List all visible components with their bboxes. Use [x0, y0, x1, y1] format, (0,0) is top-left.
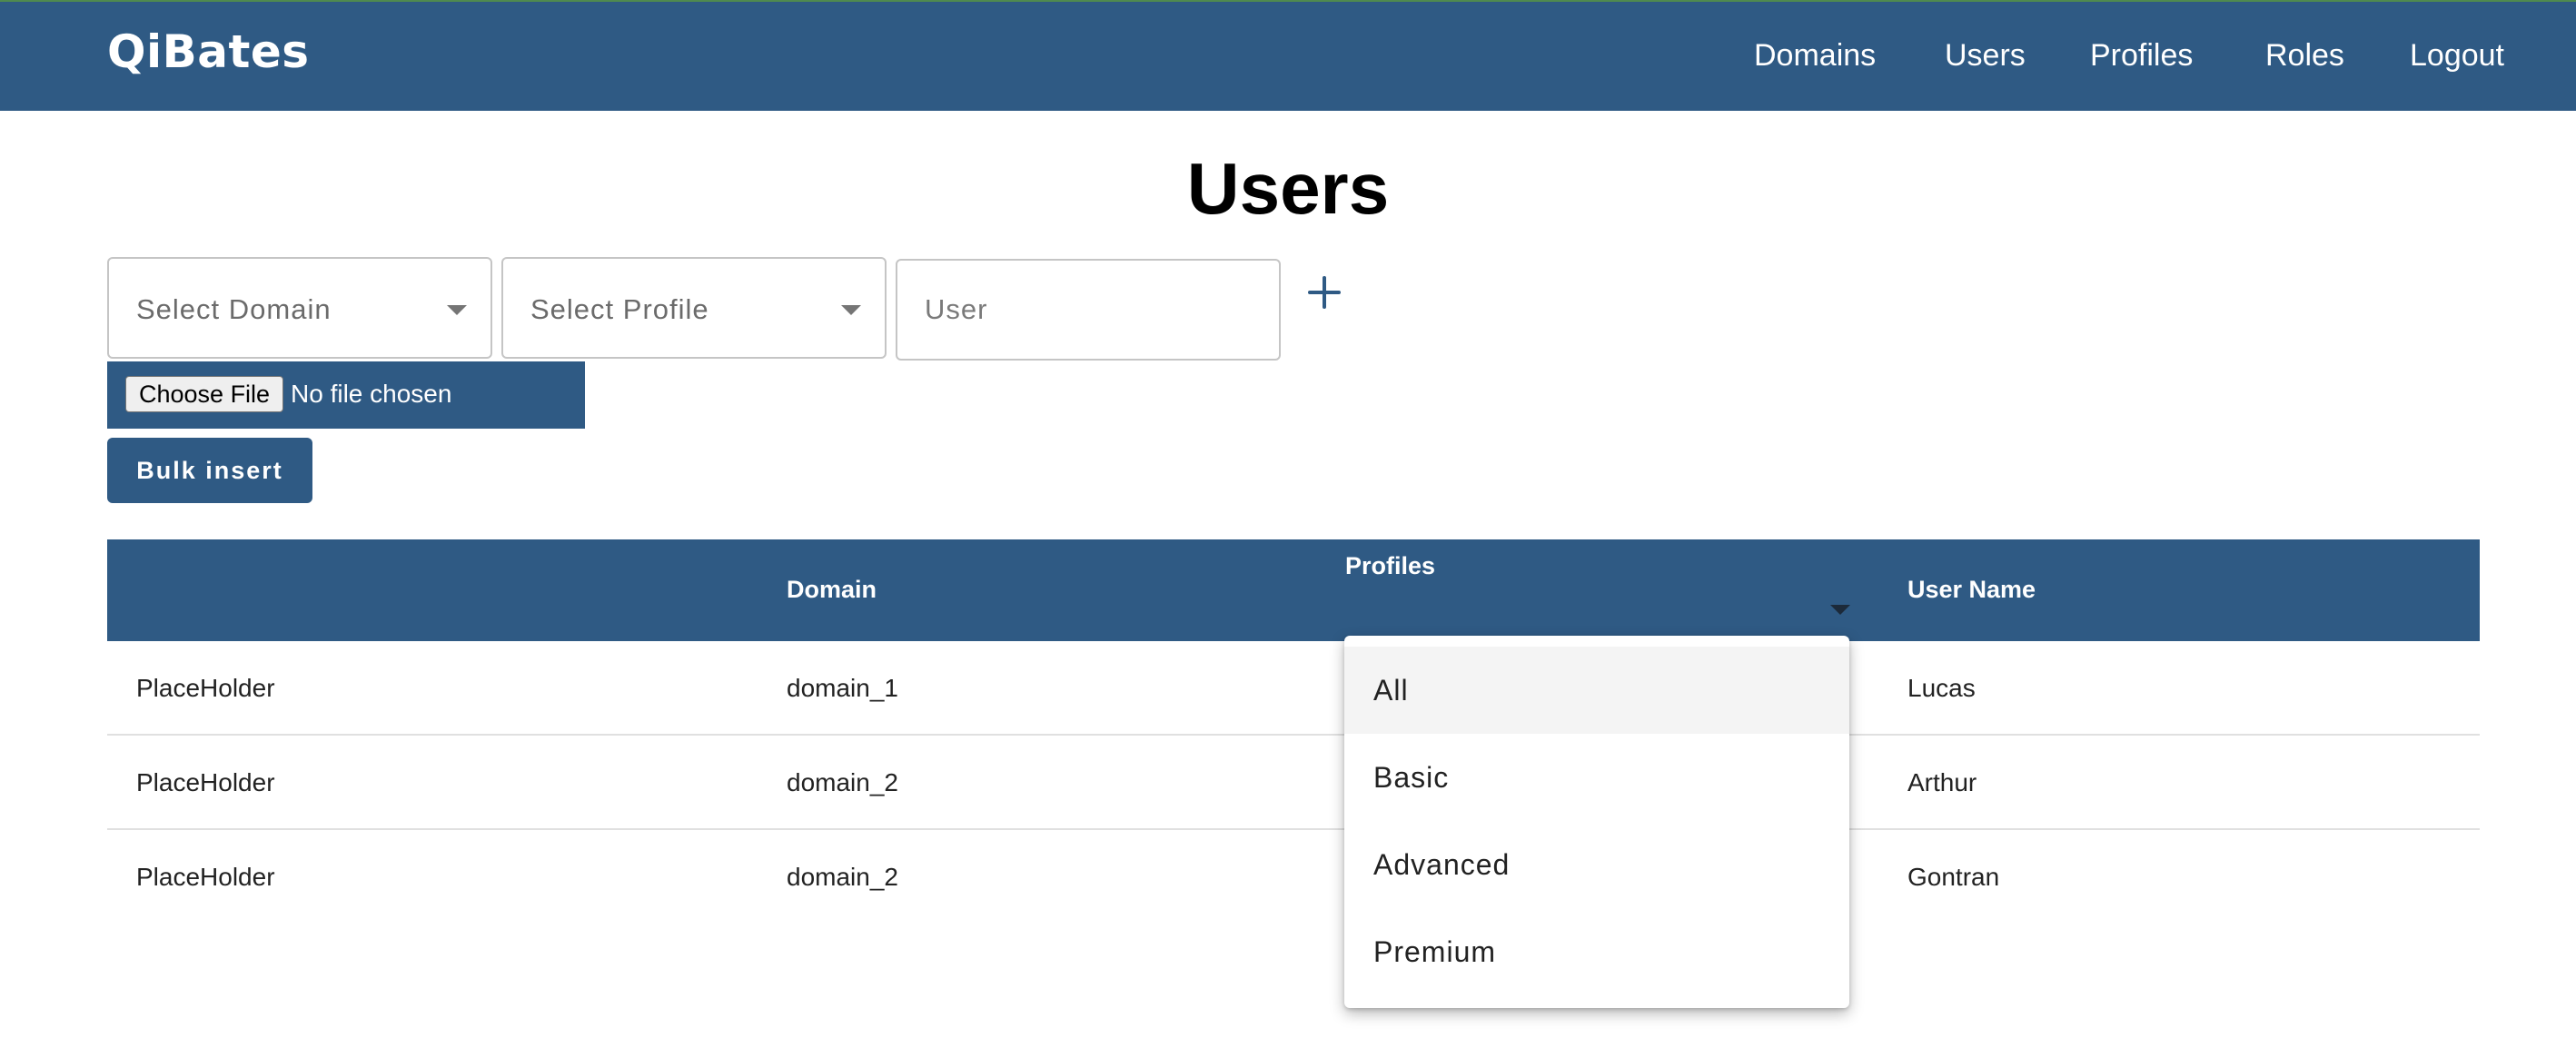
profiles-filter-caret-icon[interactable]	[1830, 605, 1850, 615]
cell-placeholder: PlaceHolder	[136, 768, 275, 796]
file-status: No file chosen	[291, 380, 452, 408]
cell-user-name: Gontran	[1907, 863, 2000, 891]
cell-placeholder: PlaceHolder	[136, 863, 275, 891]
table-header: Domain Profiles User Name	[107, 539, 2480, 641]
choose-file-button[interactable]: Choose File	[125, 376, 284, 412]
column-header-profiles: Profiles	[1345, 552, 1436, 579]
menu-item-basic[interactable]: Basic	[1344, 734, 1849, 821]
user-input[interactable]	[896, 259, 1281, 361]
cell-domain: domain_1	[787, 674, 898, 702]
nav-logout[interactable]: Logout	[2410, 38, 2504, 74]
profiles-filter-menu: All Basic Advanced Premium	[1344, 636, 1849, 1008]
cell-domain: domain_2	[787, 768, 898, 796]
column-header-user-name: User Name	[1907, 576, 2036, 603]
table-row[interactable]: PlaceHolder domain_1 Lucas	[107, 641, 2480, 736]
select-profile[interactable]: Select Profile	[501, 257, 887, 359]
nav-roles[interactable]: Roles	[2265, 38, 2344, 74]
chevron-down-icon	[841, 305, 861, 315]
select-domain[interactable]: Select Domain	[107, 257, 492, 359]
nav-users[interactable]: Users	[1945, 38, 2026, 74]
top-navbar: QiBates Domains Users Profiles Roles Log…	[0, 0, 2576, 111]
select-profile-placeholder: Select Profile	[530, 293, 709, 325]
plus-icon[interactable]	[1304, 272, 1344, 312]
menu-item-all[interactable]: All	[1344, 647, 1849, 734]
bulk-insert-button[interactable]: Bulk insert	[107, 438, 312, 503]
table-row[interactable]: PlaceHolder domain_2 Arthur	[107, 736, 2480, 830]
file-upload-bar: Choose File No file chosen	[107, 361, 585, 429]
cell-user-name: Lucas	[1907, 674, 1976, 702]
cell-placeholder: PlaceHolder	[136, 674, 275, 702]
nav-profiles[interactable]: Profiles	[2090, 38, 2193, 74]
cell-user-name: Arthur	[1907, 768, 1977, 796]
menu-item-premium[interactable]: Premium	[1344, 908, 1849, 995]
nav-domains[interactable]: Domains	[1754, 38, 1876, 74]
brand-logo[interactable]: QiBates	[107, 25, 310, 78]
cell-domain: domain_2	[787, 863, 898, 891]
column-header-domain: Domain	[787, 576, 877, 603]
chevron-down-icon	[447, 305, 467, 315]
menu-item-advanced[interactable]: Advanced	[1344, 821, 1849, 908]
table-row[interactable]: PlaceHolder domain_2 Gontran	[107, 830, 2480, 924]
page-title: Users	[1186, 148, 1390, 229]
select-domain-placeholder: Select Domain	[136, 293, 332, 325]
